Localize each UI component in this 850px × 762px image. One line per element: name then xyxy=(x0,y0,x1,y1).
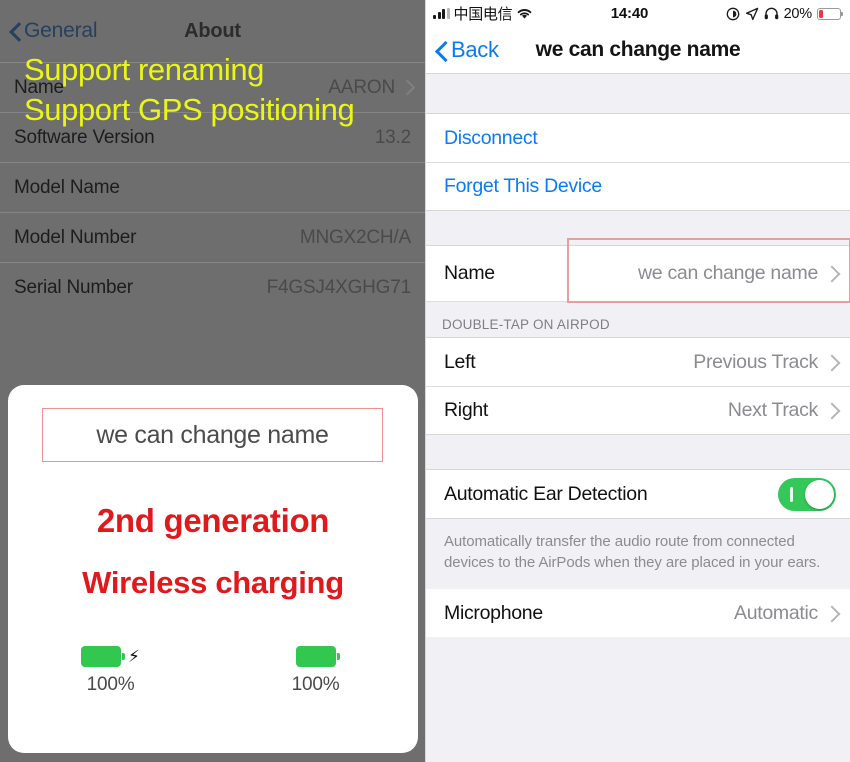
battery-percent-label: 100% xyxy=(291,674,340,695)
about-row-serial-number: Serial Number F4GSJ4XGHG71 xyxy=(0,262,425,312)
chevron-left-icon xyxy=(10,22,21,41)
name-row-label: Name xyxy=(444,262,495,284)
battery-icon xyxy=(816,7,844,20)
page-title: we can change name xyxy=(535,38,741,61)
status-bar-clock: 14:40 xyxy=(610,5,649,22)
section-gap-before-name xyxy=(426,210,850,246)
disconnect-row[interactable]: Disconnect xyxy=(426,114,850,162)
name-row-value: we can change name xyxy=(638,262,818,284)
wifi-icon xyxy=(517,9,532,19)
battery-indicator xyxy=(295,643,340,669)
doubletap-left-label: Left xyxy=(444,350,476,373)
about-list: Name AARON Software Version 13.2 Model N… xyxy=(0,62,425,312)
status-bar-left: 中国电信 xyxy=(433,3,533,24)
card-name-highlight-box: we can change name xyxy=(42,408,383,462)
chevron-right-icon xyxy=(826,402,836,419)
screenshot-root: General About Name AARON Software Versio… xyxy=(0,0,850,762)
about-row-name[interactable]: Name AARON xyxy=(0,62,425,112)
back-button-label: Back xyxy=(451,37,499,62)
about-row-label: Software Version xyxy=(14,126,155,148)
about-row-value: 13.2 xyxy=(374,126,411,148)
forget-this-device-label: Forget This Device xyxy=(444,175,602,197)
chevron-left-icon xyxy=(435,40,448,60)
charging-bolt-icon: ⚡ xyxy=(128,646,140,666)
microphone-row[interactable]: Microphone Automatic xyxy=(426,589,850,637)
carrier-label: 中国电信 xyxy=(453,6,513,23)
card-headline-generation: 2nd generation xyxy=(96,502,330,539)
about-row-value: AARON xyxy=(328,76,395,98)
product-card: we can change name 2nd generation Wirele… xyxy=(8,385,418,753)
doubletap-right-row[interactable]: Right Next Track xyxy=(426,386,850,434)
about-back-button[interactable]: General xyxy=(10,19,98,43)
back-button[interactable]: Back xyxy=(435,37,499,63)
section-gap-top xyxy=(426,73,850,114)
card-battery-row: ⚡ 100% 100% xyxy=(8,643,418,696)
doubletap-right-value: Next Track xyxy=(727,399,818,421)
status-bar-right: 20% xyxy=(726,5,844,22)
about-row-value: F4GSJ4XGHG71 xyxy=(266,276,412,298)
automatic-ear-detection-label: Automatic Ear Detection xyxy=(444,482,648,505)
nav-bar: Back we can change name xyxy=(426,27,850,73)
left-panel: General About Name AARON Software Versio… xyxy=(0,0,425,762)
chevron-right-icon xyxy=(826,354,836,371)
signal-bars-icon xyxy=(433,8,450,19)
chevron-right-icon xyxy=(826,605,836,622)
card-name-text: we can change name xyxy=(96,420,329,449)
microphone-label: Microphone xyxy=(444,601,543,624)
name-row[interactable]: Name we can change name xyxy=(426,238,850,303)
location-arrow-icon xyxy=(745,7,758,20)
about-row-model-name: Model Name xyxy=(0,162,425,212)
right-panel: 中国电信 14:40 20% Back we can change name D… xyxy=(425,0,850,762)
doubletap-left-row[interactable]: Left Previous Track xyxy=(426,338,850,386)
about-nav-bar: General About xyxy=(0,0,425,62)
battery-percent-label: 20% xyxy=(783,5,813,22)
toggle-on-indicator-icon xyxy=(790,486,793,502)
about-row-label: Serial Number xyxy=(14,276,133,298)
battery-indicator: ⚡ xyxy=(81,643,140,669)
battery-cell-case: ⚡ 100% xyxy=(8,643,213,696)
battery-icon xyxy=(295,645,340,667)
battery-percent-label: 100% xyxy=(86,674,135,695)
doubletap-left-value: Previous Track xyxy=(693,350,818,373)
about-row-label: Name xyxy=(14,76,64,98)
ear-detection-footnote: Automatically transfer the audio route f… xyxy=(426,518,850,589)
about-row-software-version: Software Version 13.2 xyxy=(0,112,425,162)
chevron-right-icon xyxy=(826,265,836,282)
disconnect-label: Disconnect xyxy=(444,126,538,149)
automatic-ear-detection-row[interactable]: Automatic Ear Detection xyxy=(426,470,850,518)
about-row-model-number: Model Number MNGX2CH/A xyxy=(0,212,425,262)
battery-icon xyxy=(81,645,126,667)
status-bar: 中国电信 14:40 20% xyxy=(426,0,850,27)
chevron-right-icon xyxy=(402,80,411,95)
ios-about-screen: General About Name AARON Software Versio… xyxy=(0,0,425,375)
about-back-label: General xyxy=(24,19,98,42)
automatic-ear-detection-toggle[interactable] xyxy=(778,477,836,511)
section-gap-before-ear-detection xyxy=(426,434,850,470)
toggle-knob xyxy=(805,479,834,509)
microphone-value: Automatic xyxy=(733,601,818,624)
battery-cell-pods: 100% xyxy=(213,643,418,696)
about-row-value: MNGX2CH/A xyxy=(299,226,411,248)
card-headline-wireless-charging: Wireless charging xyxy=(82,565,344,600)
headphones-icon xyxy=(764,7,778,20)
alarm-icon xyxy=(726,7,739,20)
doubletap-section-header: DOUBLE-TAP ON AIRPOD xyxy=(426,302,850,338)
forget-this-device-row[interactable]: Forget This Device xyxy=(426,162,850,210)
about-row-label: Model Name xyxy=(14,176,120,198)
doubletap-right-label: Right xyxy=(444,399,489,421)
about-page-title: About xyxy=(184,19,241,42)
about-row-label: Model Number xyxy=(14,226,137,248)
